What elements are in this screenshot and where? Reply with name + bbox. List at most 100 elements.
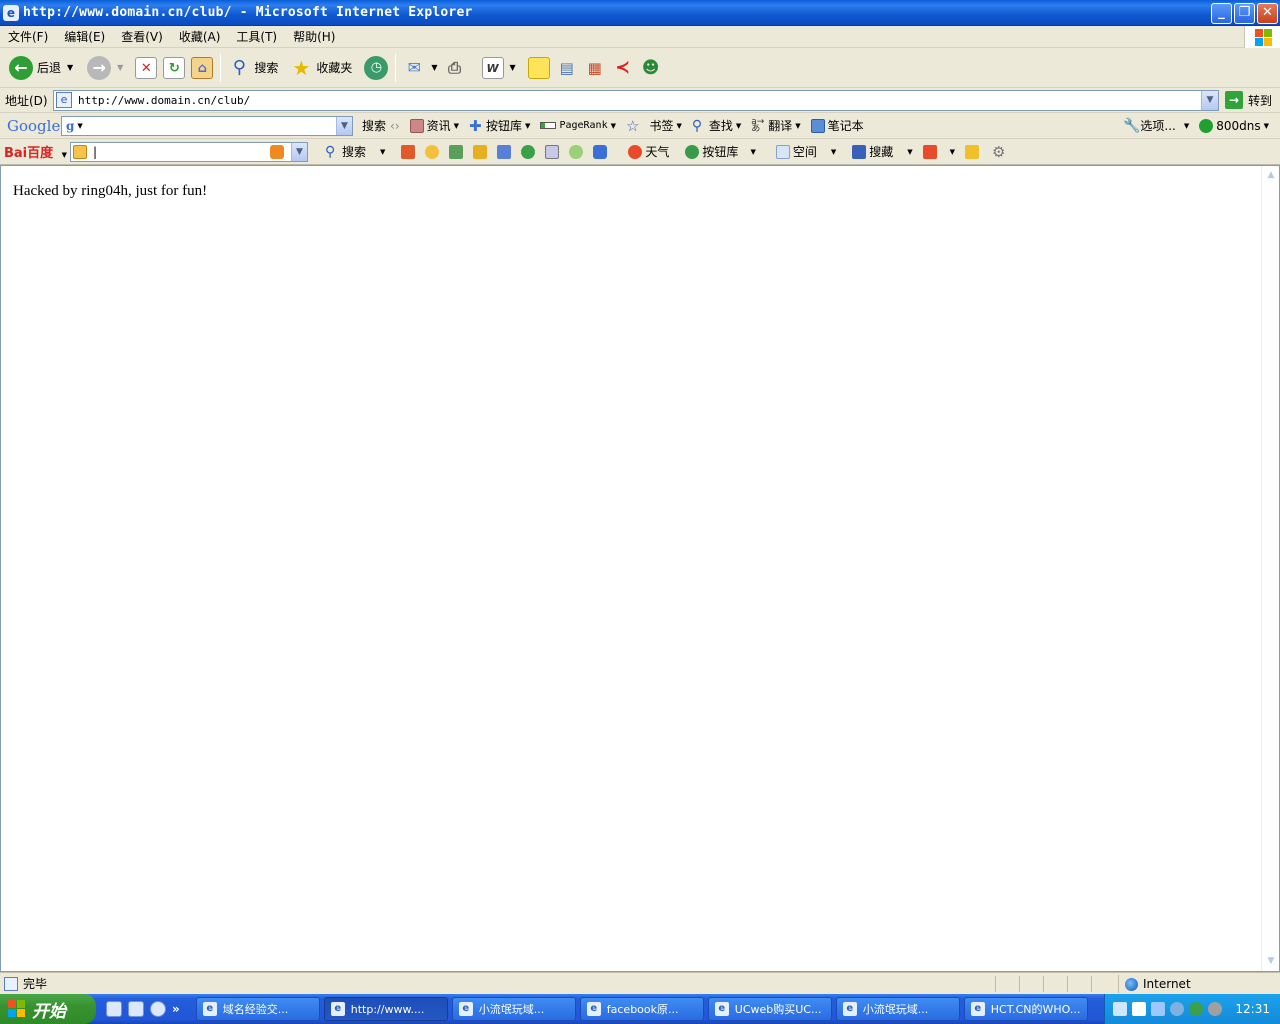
history-button[interactable]: ◷: [361, 52, 391, 84]
google-logo[interactable]: Google: [7, 117, 61, 135]
tray-green-icon[interactable]: [1189, 1002, 1203, 1016]
taskbar-item[interactable]: e HCT.CN的WHO...: [963, 997, 1088, 1021]
qq-icon[interactable]: [593, 144, 608, 159]
tray-app-icon[interactable]: [1170, 1002, 1184, 1016]
pagerank-button[interactable]: PageRank ▼: [535, 120, 621, 131]
menu-file[interactable]: 文件(F): [0, 28, 56, 45]
google-button-gallery[interactable]: ✚ 按钮库 ▼: [464, 117, 535, 134]
note-button[interactable]: [525, 52, 553, 84]
mail-button[interactable]: ✉ ▼: [400, 52, 440, 84]
music-icon[interactable]: [425, 144, 440, 159]
favorites-button[interactable]: ★ 收藏夹: [287, 52, 355, 84]
clock[interactable]: 12:31: [1235, 1002, 1270, 1016]
pagerank-dropdown-icon[interactable]: ▼: [611, 122, 616, 130]
taskbar-item[interactable]: e facebook原...: [579, 997, 704, 1021]
options-dropdown-icon[interactable]: ▼: [1184, 122, 1189, 130]
forward-dropdown-icon[interactable]: ▼: [117, 63, 123, 72]
taskbar-item[interactable]: e UCweb购买UC...: [707, 997, 832, 1021]
space-dropdown-icon[interactable]: ▼: [831, 148, 836, 156]
calendar-icon[interactable]: [497, 144, 512, 159]
address-url[interactable]: http://www.domain.cn/club/: [78, 94, 250, 107]
research-button[interactable]: ▤: [553, 52, 581, 84]
baidu-button-gallery[interactable]: 按钮库 ▼: [680, 143, 760, 160]
google-news-button[interactable]: 资讯 ▼: [405, 117, 464, 134]
dns-button[interactable]: 800dns ▼: [1194, 118, 1274, 133]
chat-icon[interactable]: [521, 144, 536, 159]
menu-help[interactable]: 帮助(H): [285, 28, 343, 45]
toolbox-dropdown-icon[interactable]: ▼: [950, 148, 955, 156]
options-button[interactable]: 🔧 选项... ▼: [1118, 117, 1194, 134]
go-button[interactable]: → 转到: [1225, 91, 1272, 109]
forward-button[interactable]: → ▼: [84, 52, 126, 84]
taskbar-item[interactable]: e 小流氓玩域...: [835, 997, 960, 1021]
baidu-logo[interactable]: Bai百度 ▼: [4, 142, 70, 161]
taskbar-item-active[interactable]: e http://www....: [323, 997, 448, 1021]
mail-bird-button[interactable]: ≺: [609, 52, 637, 84]
search-button[interactable]: ⚲ 搜索: [225, 52, 281, 84]
collect-button[interactable]: 搜藏 ▼: [847, 143, 917, 160]
zhidao-icon[interactable]: [473, 144, 488, 159]
g-dropdown-icon[interactable]: ▼: [77, 122, 82, 130]
settings-button[interactable]: ⚙: [987, 144, 1014, 159]
stop-button[interactable]: ✕: [132, 52, 160, 84]
refresh-button[interactable]: ↻: [160, 52, 188, 84]
bookmarks-button[interactable]: 书签 ▼: [644, 117, 686, 134]
address-input[interactable]: e http://www.domain.cn/club/ ▼: [53, 89, 1219, 111]
help-icon[interactable]: [1132, 1002, 1146, 1016]
bubbles-icon[interactable]: [569, 144, 584, 159]
google-search-button[interactable]: 搜索 ‹›: [357, 117, 405, 134]
menu-view[interactable]: 查看(V): [113, 28, 171, 45]
baidu-input-dropdown-icon[interactable]: ▼: [291, 142, 307, 161]
highlight-button[interactable]: [960, 144, 987, 159]
baidu-search-input[interactable]: | ▼: [70, 141, 308, 162]
button-gallery-dropdown-icon[interactable]: ▼: [525, 122, 530, 130]
baidu-gallery-dropdown-icon[interactable]: ▼: [750, 148, 755, 156]
gift-icon[interactable]: [401, 144, 416, 159]
baidu-search-dropdown-icon[interactable]: ▼: [380, 148, 385, 156]
weather-button[interactable]: 天气: [623, 143, 674, 160]
space-button[interactable]: 空间 ▼: [771, 143, 841, 160]
taskbar-item[interactable]: e 小流氓玩域...: [451, 997, 576, 1021]
close-button[interactable]: ✕: [1257, 3, 1278, 24]
quick-launch-more-icon[interactable]: »: [172, 1002, 180, 1016]
address-dropdown-icon[interactable]: ▼: [1201, 90, 1218, 110]
messenger-button[interactable]: ☻: [637, 52, 665, 84]
restore-button[interactable]: ❐: [1234, 3, 1255, 24]
security-zone[interactable]: Internet: [1118, 975, 1191, 993]
find-dropdown-icon[interactable]: ▼: [736, 122, 741, 130]
notebook-button[interactable]: 笔记本: [806, 117, 869, 134]
translate-button[interactable]: a→ あ 翻译 ▼: [746, 117, 805, 134]
vertical-scrollbar[interactable]: ▲ ▼: [1261, 166, 1279, 971]
title-bar[interactable]: e http://www.domain.cn/club/ - Microsoft…: [0, 0, 1280, 26]
resize-grip-icon[interactable]: ‹›: [390, 119, 400, 133]
menu-tools[interactable]: 工具(T): [228, 28, 285, 45]
find-button[interactable]: ⚲ 查找 ▼: [687, 117, 746, 134]
print-button[interactable]: ⎙: [441, 52, 469, 84]
home-button[interactable]: ⌂: [188, 52, 216, 84]
star-bookmark-button[interactable]: ☆: [621, 117, 644, 135]
minimize-button[interactable]: _: [1211, 3, 1232, 24]
google-search-input[interactable]: g ▼ ▼: [61, 115, 353, 136]
messenger-folders-button[interactable]: ▦: [581, 52, 609, 84]
edit-dropdown-icon[interactable]: ▼: [510, 63, 516, 72]
rss-icon[interactable]: [270, 144, 284, 159]
back-button[interactable]: ← 后退 ▼: [6, 52, 76, 84]
back-dropdown-icon[interactable]: ▼: [67, 63, 73, 72]
quick-launch-ie-icon[interactable]: [150, 1001, 166, 1017]
news-dropdown-icon[interactable]: ▼: [454, 122, 459, 130]
keyboard-icon[interactable]: [1113, 1002, 1127, 1016]
bookmarks-dropdown-icon[interactable]: ▼: [676, 122, 681, 130]
scroll-up-icon[interactable]: ▲: [1263, 167, 1279, 184]
toolbox-button[interactable]: ▼: [918, 144, 960, 159]
menu-favorites[interactable]: 收藏(A): [171, 28, 229, 45]
network-icon[interactable]: [1151, 1002, 1165, 1016]
baidu-logo-dropdown-icon[interactable]: ▼: [62, 151, 67, 159]
tray-gray-icon[interactable]: [1208, 1002, 1222, 1016]
translate-dropdown-icon[interactable]: ▼: [795, 122, 800, 130]
scroll-down-icon[interactable]: ▼: [1263, 953, 1279, 970]
edit-note-icon[interactable]: [545, 144, 560, 159]
quick-launch-app-icon[interactable]: [128, 1001, 144, 1017]
start-button[interactable]: 开始: [0, 994, 96, 1024]
edit-button[interactable]: W ▼: [479, 52, 519, 84]
show-desktop-icon[interactable]: [106, 1001, 122, 1017]
